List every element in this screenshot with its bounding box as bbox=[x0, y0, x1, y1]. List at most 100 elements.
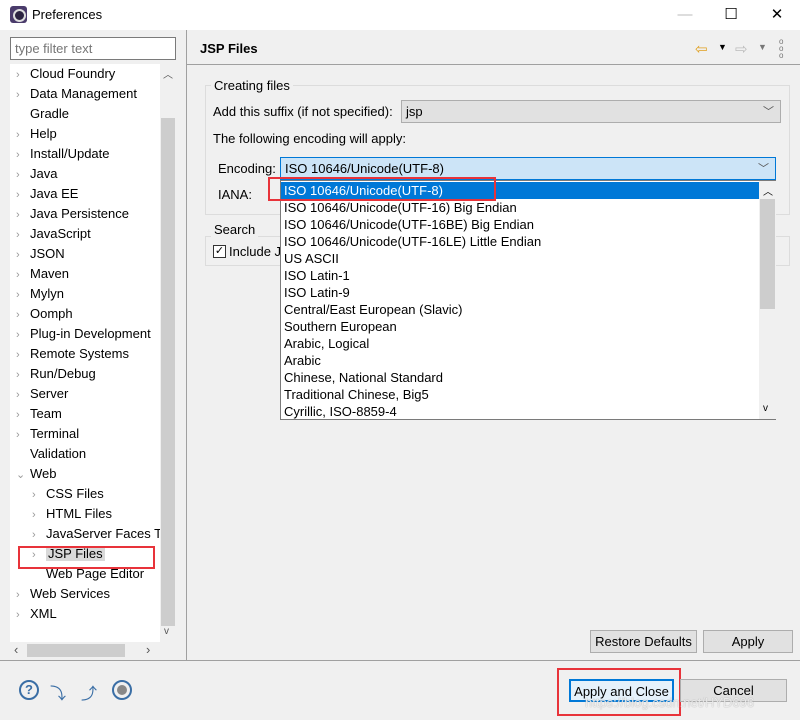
chevron-right-icon[interactable]: › bbox=[16, 185, 30, 205]
close-button[interactable]: ✕ bbox=[754, 0, 800, 30]
tree-item-label: Web Services bbox=[30, 586, 110, 601]
chevron-down-icon[interactable]: ⌄ bbox=[16, 465, 30, 485]
export-icon[interactable]: ⤴ bbox=[81, 680, 101, 703]
encoding-option[interactable]: Traditional Chinese, Big5 bbox=[284, 386, 758, 403]
back-menu-icon[interactable]: ▼ bbox=[718, 42, 727, 52]
encoding-option[interactable]: Arabic bbox=[284, 352, 758, 369]
minimize-button[interactable]: — bbox=[662, 0, 708, 30]
chevron-right-icon[interactable]: › bbox=[16, 245, 30, 265]
chevron-right-icon[interactable]: › bbox=[32, 525, 46, 545]
creating-files-label: Creating files bbox=[211, 78, 293, 93]
tree-item[interactable]: Gradle bbox=[16, 104, 69, 124]
iana-label: IANA: bbox=[218, 187, 252, 202]
tree-item-label: CSS Files bbox=[46, 486, 104, 501]
maximize-button[interactable]: ☐ bbox=[708, 0, 754, 30]
tree-scroll-thumb[interactable] bbox=[161, 118, 175, 626]
chevron-right-icon[interactable]: › bbox=[16, 305, 30, 325]
dropdown-scroll-thumb[interactable] bbox=[760, 199, 775, 309]
forward-arrow-icon[interactable]: ⇨ bbox=[735, 40, 748, 58]
encoding-option[interactable]: Cyrillic, ISO-8859-4 bbox=[284, 403, 758, 420]
help-icon[interactable]: ? bbox=[19, 680, 39, 700]
encoding-option[interactable]: Chinese, National Standard bbox=[284, 369, 758, 386]
back-arrow-icon[interactable]: ⇦ bbox=[695, 40, 708, 58]
tree-item[interactable]: › Terminal bbox=[16, 424, 79, 444]
chevron-right-icon[interactable]: › bbox=[16, 425, 30, 445]
tree-item-label: Run/Debug bbox=[30, 366, 96, 381]
chevron-right-icon[interactable]: › bbox=[16, 125, 30, 145]
chevron-right-icon[interactable]: › bbox=[16, 85, 30, 105]
tree-item[interactable]: › CSS Files bbox=[32, 484, 104, 504]
chevron-right-icon[interactable]: › bbox=[32, 485, 46, 505]
scroll-down-icon[interactable]: v bbox=[763, 403, 768, 414]
scroll-left-icon[interactable]: ‹ bbox=[14, 642, 18, 657]
encoding-option[interactable]: ISO Latin-9 bbox=[284, 284, 758, 301]
tree-item[interactable]: › Java Persistence bbox=[16, 204, 129, 224]
chevron-right-icon[interactable]: › bbox=[16, 205, 30, 225]
chevron-right-icon[interactable]: › bbox=[16, 345, 30, 365]
tree-item[interactable]: › Oomph bbox=[16, 304, 73, 324]
tree-item[interactable]: Validation bbox=[16, 444, 86, 464]
tree-item-label: Gradle bbox=[30, 106, 70, 121]
chevron-right-icon[interactable]: › bbox=[32, 505, 46, 525]
tree-item[interactable]: › JSON bbox=[16, 244, 65, 264]
suffix-combo[interactable]: jsp ﹀ bbox=[401, 100, 781, 123]
tree-item[interactable]: › Run/Debug bbox=[16, 364, 96, 384]
scroll-down-icon[interactable]: v bbox=[164, 626, 169, 637]
chevron-right-icon[interactable]: › bbox=[16, 285, 30, 305]
import-icon[interactable]: ⤵ bbox=[50, 680, 70, 703]
tree-item[interactable]: › HTML Files bbox=[32, 504, 112, 524]
chevron-right-icon[interactable]: › bbox=[16, 65, 30, 85]
scroll-up-icon[interactable]: ︿ bbox=[163, 66, 173, 81]
tree-item[interactable]: › Server bbox=[16, 384, 68, 404]
tree-item[interactable]: › Cloud Foundry bbox=[16, 64, 115, 84]
chevron-right-icon[interactable]: › bbox=[16, 605, 30, 625]
encoding-option[interactable]: ISO Latin-1 bbox=[284, 267, 758, 284]
tree-hscroll-thumb[interactable] bbox=[27, 644, 125, 657]
forward-menu-icon[interactable]: ▼ bbox=[758, 42, 767, 52]
tree-item[interactable]: › Mylyn bbox=[16, 284, 64, 304]
tree-item[interactable]: › Java bbox=[16, 164, 57, 184]
tree-item[interactable]: › Plug-in Development bbox=[16, 324, 151, 344]
tree-item[interactable]: › JavaScript bbox=[16, 224, 91, 244]
tree-item[interactable]: › Install/Update bbox=[16, 144, 110, 164]
chevron-right-icon[interactable]: › bbox=[16, 405, 30, 425]
restore-defaults-button[interactable]: Restore Defaults bbox=[590, 630, 697, 653]
encoding-option[interactable]: ISO 10646/Unicode(UTF-16) Big Endian bbox=[284, 199, 758, 216]
tree-item[interactable]: › Data Management bbox=[16, 84, 137, 104]
chevron-right-icon[interactable]: › bbox=[16, 365, 30, 385]
tree-item[interactable]: › Web Services bbox=[16, 584, 110, 604]
filter-input[interactable] bbox=[10, 37, 176, 60]
tree-item[interactable]: › XML bbox=[16, 604, 57, 624]
scroll-right-icon[interactable]: › bbox=[146, 642, 150, 657]
encoding-option[interactable]: US ASCII bbox=[284, 250, 758, 267]
encoding-option[interactable]: Arabic, Logical bbox=[284, 335, 758, 352]
tree-item-label: Mylyn bbox=[30, 286, 64, 301]
tree-item[interactable]: › Remote Systems bbox=[16, 344, 129, 364]
tree-item[interactable]: › Maven bbox=[16, 264, 69, 284]
tree-item-label: HTML Files bbox=[46, 506, 112, 521]
encoding-option[interactable]: Central/East European (Slavic) bbox=[284, 301, 758, 318]
view-menu-icon[interactable]: ooo bbox=[779, 38, 783, 60]
apply-button[interactable]: Apply bbox=[703, 630, 793, 653]
encoding-option[interactable]: ISO 10646/Unicode(UTF-16BE) Big Endian bbox=[284, 216, 758, 233]
chevron-right-icon[interactable]: › bbox=[16, 325, 30, 345]
tree-item[interactable]: › Help bbox=[16, 124, 57, 144]
encoding-option[interactable]: Southern European bbox=[284, 318, 758, 335]
tree-item[interactable]: ⌄ Web bbox=[16, 464, 57, 484]
tree-item[interactable]: › Java EE bbox=[16, 184, 78, 204]
record-icon[interactable] bbox=[112, 680, 132, 700]
chevron-right-icon[interactable]: › bbox=[16, 265, 30, 285]
tree-item[interactable]: › Team bbox=[16, 404, 62, 424]
chevron-right-icon[interactable]: › bbox=[16, 145, 30, 165]
scroll-up-icon[interactable]: ︿ bbox=[763, 183, 773, 198]
dropdown-scrollbar[interactable]: ︿ v bbox=[759, 181, 776, 419]
chevron-right-icon[interactable]: › bbox=[16, 385, 30, 405]
eclipse-icon bbox=[10, 6, 27, 23]
tree-item[interactable]: › JavaServer Faces Tools bbox=[32, 524, 176, 544]
tree-item-label: Data Management bbox=[30, 86, 137, 101]
encoding-option[interactable]: ISO 10646/Unicode(UTF-16LE) Little Endia… bbox=[284, 233, 758, 250]
chevron-right-icon[interactable]: › bbox=[16, 225, 30, 245]
chevron-right-icon[interactable]: › bbox=[16, 585, 30, 605]
include-checkbox[interactable]: ✓ bbox=[213, 245, 226, 258]
chevron-right-icon[interactable]: › bbox=[16, 165, 30, 185]
